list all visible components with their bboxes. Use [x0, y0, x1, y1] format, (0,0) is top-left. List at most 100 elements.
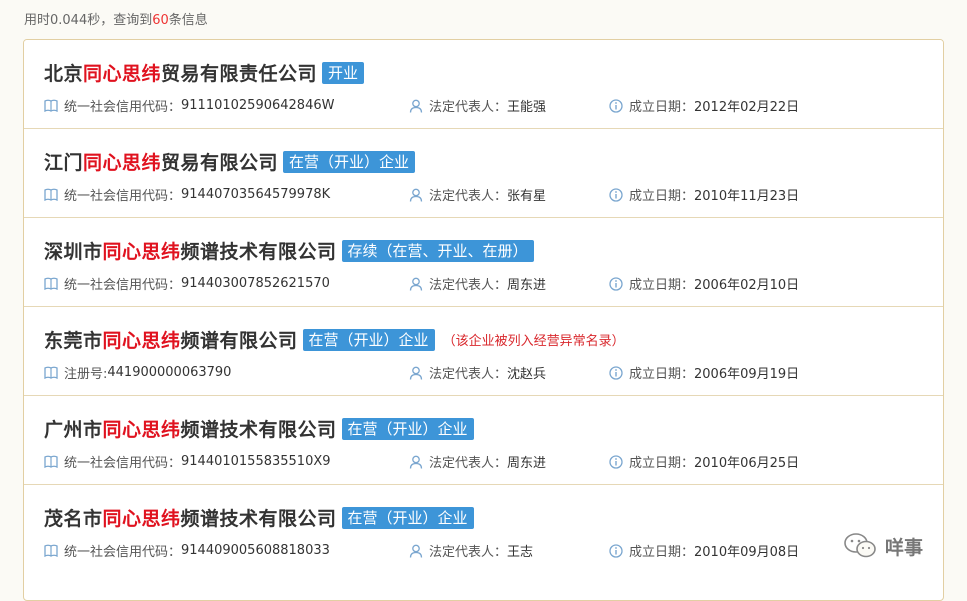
company-item[interactable]: 深圳市同心思纬频谱技术有限公司 存续（在营、开业、在册） 统一社会信用代码： 9144…	[24, 218, 943, 307]
legal-rep-label: 法定代表人：	[429, 100, 508, 115]
credit-code-field: 统一社会信用代码： 91110102590642846W	[44, 96, 334, 115]
legal-rep-label: 法定代表人：	[429, 456, 508, 471]
legal-rep-value: 周东进	[507, 278, 547, 293]
company-name-highlight: 同心思纬	[102, 419, 181, 441]
company-name-suffix: 频谱技术有限公司	[180, 419, 337, 441]
status-badge: 存续（在营、开业、在册）	[341, 239, 534, 262]
legal-rep-label: 法定代表人：	[429, 545, 508, 560]
credit-code-field: 统一社会信用代码： 914409005608818033	[44, 541, 330, 560]
company-name-suffix: 频谱有限公司	[180, 330, 298, 352]
user-icon	[409, 277, 423, 291]
book-icon	[44, 188, 58, 201]
founded-date-label: 成立日期：	[629, 100, 695, 115]
user-icon	[409, 188, 423, 202]
company-name-suffix: 贸易有限责任公司	[161, 63, 318, 85]
company-name-link[interactable]: 深圳市同心思纬频谱技术有限公司	[44, 237, 337, 264]
result-count: 60	[152, 13, 169, 28]
credit-code-field: 统一社会信用代码： 914403007852621570	[44, 274, 330, 293]
legal-rep-label: 法定代表人：	[429, 189, 508, 204]
company-name-prefix: 江门	[44, 152, 84, 174]
credit-code-label: 统一社会信用代码：	[64, 278, 182, 293]
user-icon	[409, 366, 423, 380]
credit-code-value: 9144010155835510X9	[181, 454, 331, 469]
company-item[interactable]: 茂名市同心思纬频谱技术有限公司 在营（开业）企业 统一社会信用代码： 91440900…	[24, 485, 943, 573]
status-badge: 在营（开业）企业	[341, 506, 474, 529]
company-item[interactable]: 广州市同心思纬频谱技术有限公司 在营（开业）企业 统一社会信用代码： 91440101…	[24, 396, 943, 485]
founded-date-value: 2010年09月08日	[694, 545, 800, 560]
company-item[interactable]: 东莞市同心思纬频谱有限公司 在营（开业）企业 （该企业被列入经营异常名录） 注册号: …	[24, 307, 943, 396]
company-name-link[interactable]: 江门同心思纬贸易有限公司	[44, 148, 278, 175]
result-summary: 用时0.044秒，查询到60条信息	[24, 9, 208, 28]
company-name-link[interactable]: 北京同心思纬贸易有限责任公司	[44, 59, 317, 86]
founded-date-field: 成立日期： 2006年02月10日	[609, 274, 799, 293]
status-badge: 在营（开业）企业	[302, 328, 435, 351]
company-title-row: 茂名市同心思纬频谱技术有限公司 在营（开业）企业	[44, 504, 474, 531]
company-title-row: 东莞市同心思纬频谱有限公司 在营（开业）企业 （该企业被列入经营异常名录）	[44, 326, 625, 353]
legal-rep-field: 法定代表人： 王能强	[409, 96, 546, 115]
user-icon	[409, 544, 423, 558]
company-name-prefix: 广州市	[44, 419, 103, 441]
founded-date-field: 成立日期： 2006年09月19日	[609, 363, 799, 382]
abnormal-warning: （该企业被列入经营异常名录）	[442, 334, 625, 349]
company-name-prefix: 东莞市	[44, 330, 103, 352]
wechat-icon	[844, 533, 876, 558]
legal-rep-field: 法定代表人： 张有星	[409, 185, 546, 204]
legal-rep-value: 沈赵兵	[507, 367, 547, 382]
company-name-link[interactable]: 茂名市同心思纬频谱技术有限公司	[44, 504, 337, 531]
company-name-link[interactable]: 东莞市同心思纬频谱有限公司	[44, 326, 298, 353]
company-name-highlight: 同心思纬	[102, 508, 181, 530]
company-name-suffix: 贸易有限公司	[161, 152, 279, 174]
legal-rep-value: 张有星	[507, 189, 547, 204]
book-icon	[44, 455, 58, 468]
summary-prefix: 用时0.044秒，查询到	[24, 13, 153, 28]
summary-suffix: 条信息	[168, 13, 208, 28]
user-icon	[409, 99, 423, 113]
founded-date-value: 2012年02月22日	[694, 100, 800, 115]
company-name-highlight: 同心思纬	[102, 330, 181, 352]
info-icon	[609, 98, 623, 113]
company-list: 北京同心思纬贸易有限责任公司 开业 统一社会信用代码： 911101025906428…	[23, 39, 944, 601]
credit-code-field: 注册号: 441900000063790	[44, 363, 231, 382]
founded-date-value: 2006年09月19日	[694, 367, 800, 382]
company-item[interactable]: 北京同心思纬贸易有限责任公司 开业统一社会信用代码： 911101025906428…	[24, 40, 943, 129]
book-icon	[44, 366, 58, 379]
credit-code-value: 914409005608818033	[181, 543, 330, 558]
company-name-prefix: 北京	[44, 63, 84, 85]
status-badge: 开业	[322, 61, 365, 84]
legal-rep-field: 法定代表人： 周东进	[409, 274, 546, 293]
company-title-row: 北京同心思纬贸易有限责任公司 开业	[44, 59, 365, 86]
book-icon	[44, 544, 58, 557]
info-icon	[609, 365, 623, 380]
credit-code-value: 91110102590642846W	[181, 98, 335, 113]
credit-code-label: 统一社会信用代码：	[64, 456, 182, 471]
legal-rep-label: 法定代表人：	[429, 367, 508, 382]
company-title-row: 江门同心思纬贸易有限公司 在营（开业）企业	[44, 148, 416, 175]
info-icon	[609, 276, 623, 291]
book-icon	[44, 99, 58, 112]
legal-rep-label: 法定代表人：	[429, 278, 508, 293]
legal-rep-field: 法定代表人： 周东进	[409, 452, 546, 471]
founded-date-label: 成立日期：	[629, 456, 695, 471]
company-item[interactable]: 江门同心思纬贸易有限公司 在营（开业）企业统一社会信用代码： 91440703564…	[24, 129, 943, 218]
watermark-text: 咩事	[885, 536, 924, 559]
company-name-prefix: 茂名市	[44, 508, 103, 530]
credit-code-value: 914403007852621570	[181, 276, 330, 291]
book-icon	[44, 277, 58, 290]
founded-date-value: 2006年02月10日	[694, 278, 800, 293]
info-icon	[609, 187, 623, 202]
legal-rep-value: 王能强	[507, 100, 547, 115]
company-name-link[interactable]: 广州市同心思纬频谱技术有限公司	[44, 415, 337, 442]
founded-date-label: 成立日期：	[629, 278, 695, 293]
founded-date-label: 成立日期：	[629, 189, 695, 204]
user-icon	[409, 455, 423, 469]
company-name-suffix: 频谱技术有限公司	[180, 508, 337, 530]
legal-rep-field: 法定代表人： 沈赵兵	[409, 363, 546, 382]
legal-rep-value: 周东进	[507, 456, 547, 471]
founded-date-field: 成立日期： 2010年11月23日	[609, 185, 799, 204]
credit-code-value: 441900000063790	[107, 365, 232, 380]
company-name-highlight: 同心思纬	[102, 241, 181, 263]
credit-code-field: 统一社会信用代码： 91440703564579978K	[44, 185, 330, 204]
founded-date-label: 成立日期：	[629, 545, 695, 560]
info-icon	[609, 543, 623, 558]
founded-date-field: 成立日期： 2010年06月25日	[609, 452, 799, 471]
